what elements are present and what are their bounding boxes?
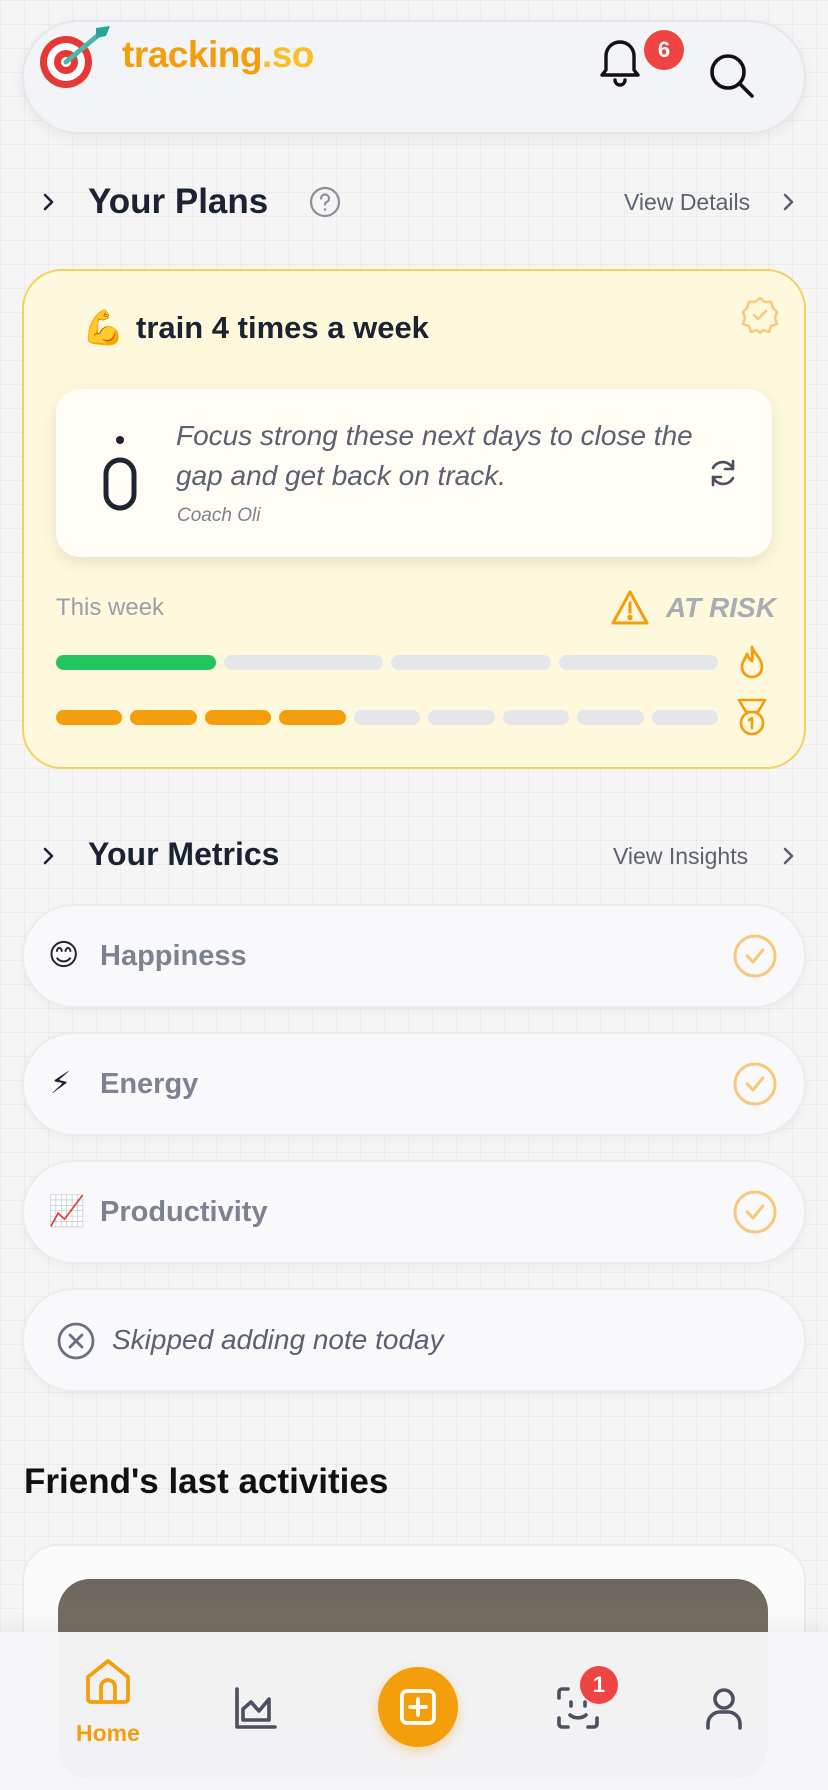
coach-message-text: Focus strong these next days to close th…: [176, 420, 693, 491]
progress-segment: [391, 655, 551, 670]
expand-plans-chevron-icon[interactable]: [36, 190, 60, 214]
note-status-text: Skipped adding note today: [112, 1324, 444, 1355]
lightning-icon: ⚡: [50, 1067, 72, 1100]
check-circle-icon[interactable]: [732, 1189, 778, 1235]
close-circle-icon: [57, 1322, 95, 1360]
metric-label: Productivity: [100, 1196, 268, 1228]
plus-square-icon: [400, 1689, 436, 1725]
help-icon[interactable]: [308, 185, 342, 219]
brand-main: tracking: [122, 34, 262, 75]
week-label: This week: [56, 594, 165, 621]
coach-avatar-icon: [103, 436, 137, 511]
view-insights-link[interactable]: View Insights: [613, 843, 748, 870]
progress-segment: [558, 655, 718, 670]
warning-icon: [611, 590, 649, 625]
brand-name[interactable]: tracking.so: [122, 34, 314, 76]
metric-label: Energy: [100, 1068, 199, 1100]
progress-segment: [577, 710, 644, 725]
add-entry-button[interactable]: [378, 1667, 458, 1747]
expand-metrics-chevron-icon[interactable]: [36, 844, 60, 868]
search-icon[interactable]: [704, 48, 758, 102]
progress-segment: [428, 710, 495, 725]
flexed-biceps-icon: 💪: [82, 309, 125, 347]
nav-home-label[interactable]: Home: [76, 1720, 140, 1747]
progress-segment: [353, 710, 421, 725]
friends-section-title: Friend's last activities: [24, 1462, 389, 1501]
metric-label: Happiness: [100, 940, 247, 972]
coach-name: Coach Oli: [177, 505, 261, 526]
medal-icon: [737, 698, 767, 736]
notification-badge: 6: [644, 30, 684, 70]
home-icon[interactable]: [82, 1655, 134, 1707]
chart-increasing-icon: 📈: [48, 1195, 86, 1228]
chart-icon[interactable]: [232, 1684, 280, 1732]
refresh-icon[interactable]: [706, 456, 740, 490]
view-insights-chevron-icon[interactable]: [776, 844, 800, 868]
plan-status-label: AT RISK: [666, 592, 776, 623]
verified-badge-icon: [741, 296, 779, 335]
metrics-section-title: Your Metrics: [88, 836, 280, 872]
profile-icon[interactable]: [700, 1684, 748, 1732]
brand-suffix: .so: [261, 34, 314, 75]
plans-section-title: Your Plans: [88, 182, 269, 221]
dart-target-icon[interactable]: [36, 22, 116, 92]
progress-segment: [204, 710, 272, 725]
progress-segment: [56, 655, 216, 670]
view-details-link[interactable]: View Details: [624, 189, 750, 216]
progress-segment: [223, 655, 383, 670]
flame-icon: [740, 645, 764, 679]
ai-notification-badge: 1: [580, 1666, 618, 1704]
plan-title: train 4 times a week: [136, 310, 429, 345]
progress-segment: [502, 710, 570, 725]
bell-icon[interactable]: [590, 28, 650, 88]
view-details-chevron-icon[interactable]: [776, 190, 800, 214]
progress-segment: [279, 710, 346, 725]
progress-segment: [56, 710, 123, 725]
progress-segment: [651, 710, 718, 725]
progress-segment: [130, 710, 197, 725]
check-circle-icon[interactable]: [732, 1061, 778, 1107]
check-circle-icon[interactable]: [732, 933, 778, 979]
smiling-face-icon: 😊: [48, 939, 80, 972]
